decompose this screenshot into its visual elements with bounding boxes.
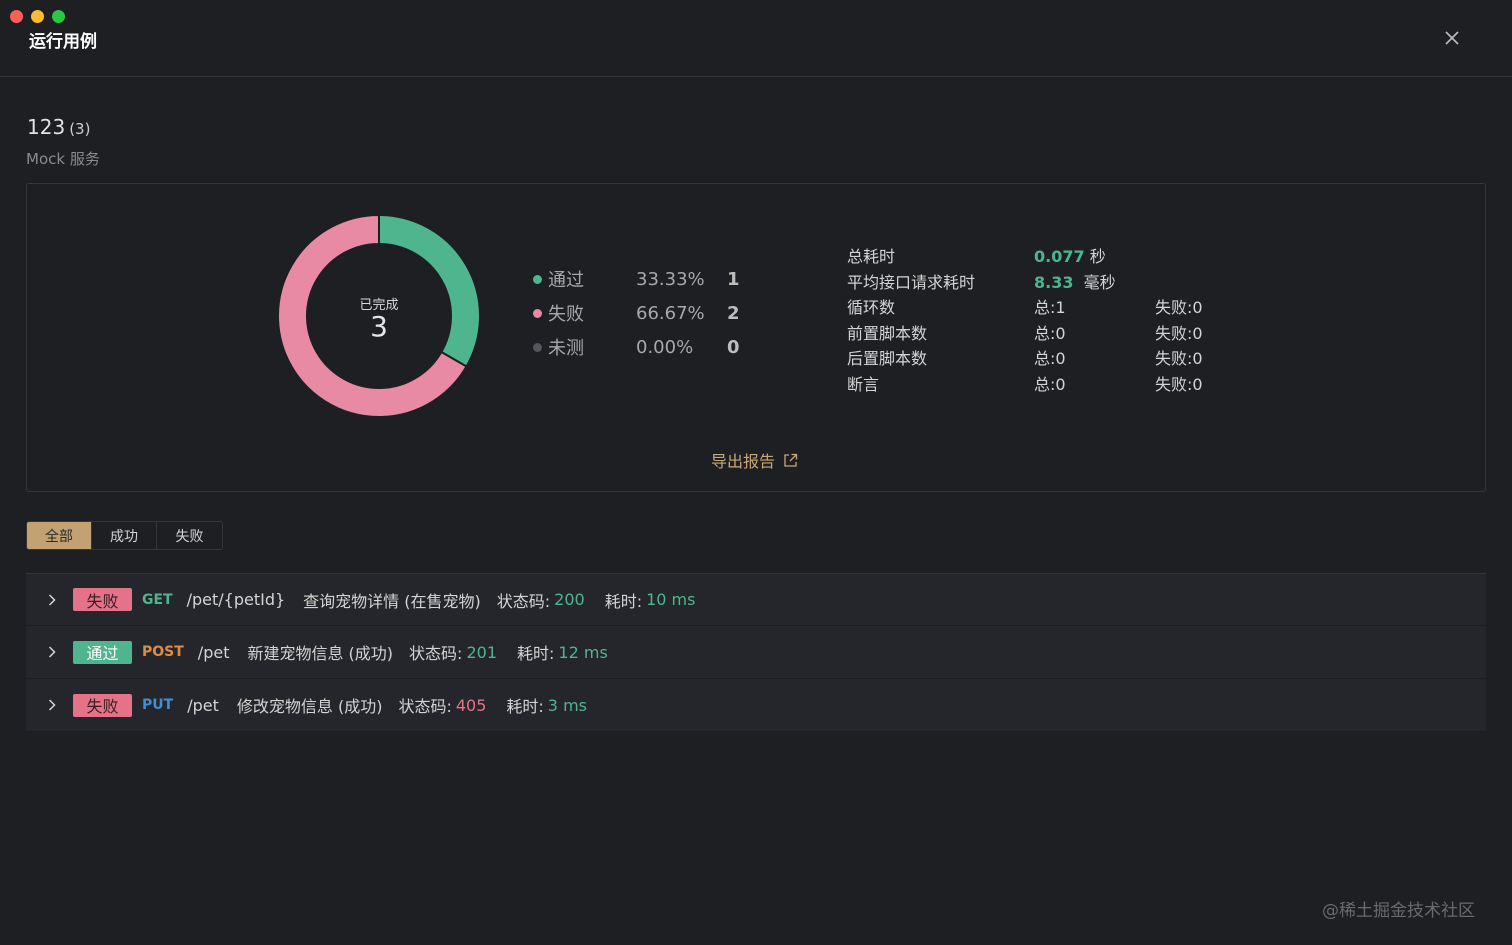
run-cases-window: 运行用例 123 (3) Mock 服务 已完成 3 通过 33.33% 1 失败… <box>0 0 1512 945</box>
result-row[interactable]: 失败 GET /pet/{petId} 查询宠物详情 (在售宠物) 状态码: 20… <box>26 573 1486 626</box>
status-code-label: 状态码: <box>409 644 463 663</box>
stat-avg-time: 平均接口请求耗时 8.33 毫秒 <box>847 270 1155 292</box>
stat-total: 总:0 <box>1034 324 1066 343</box>
result-filter-tabs: 全部 成功 失败 <box>26 521 223 550</box>
legend-count: 0 <box>727 336 740 358</box>
http-method: PUT <box>142 697 174 713</box>
stat-value: 0.077 <box>1034 247 1085 266</box>
stat-label: 总耗时 <box>847 247 896 266</box>
stat-pre-scripts: 前置脚本数 总:0 失败:0 <box>847 321 1255 343</box>
stat-loops: 循环数 总:1 失败:0 <box>847 295 1255 317</box>
watermark: @稀土掘金技术社区 <box>1322 901 1475 921</box>
duration: 12 ms <box>558 642 608 662</box>
stat-label: 平均接口请求耗时 <box>847 273 976 292</box>
legend-label: 失败 <box>548 304 584 325</box>
close-icon[interactable] <box>1440 26 1464 50</box>
stat-total-time: 总耗时 0.077 秒 <box>847 244 1155 266</box>
chevron-right-icon[interactable] <box>45 645 59 659</box>
legend-failed: 失败 66.67% 2 <box>533 301 740 325</box>
case-name: 新建宠物信息 (成功) <box>247 644 394 663</box>
legend-percent: 33.33% <box>636 268 705 290</box>
stat-failed: 失败:0 <box>1155 349 1203 368</box>
result-row[interactable]: 失败 PUT /pet 修改宠物信息 (成功) 状态码: 405 耗时: 3 ms <box>26 679 1486 732</box>
stat-label: 断言 <box>847 375 880 394</box>
request-path: /pet/{petId} <box>186 590 286 609</box>
status-code-label: 状态码: <box>398 697 452 716</box>
passed-dot-icon <box>533 274 542 284</box>
result-list: 失败 GET /pet/{petId} 查询宠物详情 (在售宠物) 状态码: 20… <box>26 573 1486 732</box>
status-code-label: 状态码: <box>496 591 551 611</box>
stat-failed: 失败:0 <box>1155 375 1203 394</box>
stat-post-scripts: 后置脚本数 总:0 失败:0 <box>847 346 1255 368</box>
stat-unit: 毫秒 <box>1083 273 1116 292</box>
tab-failed[interactable]: 失败 <box>157 522 222 549</box>
stat-total: 总:0 <box>1034 349 1066 368</box>
tab-success[interactable]: 成功 <box>92 522 157 549</box>
status-badge: 失败 <box>73 588 132 611</box>
untested-dot-icon <box>533 342 542 352</box>
status-badge: 通过 <box>73 640 132 664</box>
dialog-header: 运行用例 <box>0 0 1512 77</box>
status-code: 405 <box>455 695 487 715</box>
stat-label: 后置脚本数 <box>847 349 928 368</box>
donut-slice-passed <box>378 214 481 368</box>
legend-percent: 0.00% <box>636 336 694 358</box>
failed-dot-icon <box>533 308 542 318</box>
legend-count: 1 <box>727 268 740 290</box>
project-title: 123 (3) <box>27 115 90 139</box>
status-code: 200 <box>554 590 585 609</box>
result-row[interactable]: 通过 POST /pet 新建宠物信息 (成功) 状态码: 201 耗时: 12 m… <box>26 626 1486 679</box>
project-service: Mock 服务 <box>26 150 100 168</box>
case-name: 修改宠物信息 (成功) <box>236 697 383 716</box>
chevron-right-icon[interactable] <box>45 593 59 607</box>
duration: 10 ms <box>646 590 696 609</box>
time-label: 耗时: <box>506 697 544 716</box>
stat-label: 循环数 <box>847 298 896 317</box>
time-label: 耗时: <box>517 644 555 663</box>
duration: 3 ms <box>547 695 587 715</box>
project-name: 123 <box>27 115 66 139</box>
status-badge: 失败 <box>73 693 132 717</box>
stat-failed: 失败:0 <box>1155 324 1203 343</box>
request-path: /pet <box>197 642 230 662</box>
stat-total: 总:1 <box>1034 298 1066 317</box>
time-label: 耗时: <box>604 591 643 611</box>
case-name: 查询宠物详情 (在售宠物) <box>303 591 481 611</box>
summary-panel: 已完成 3 通过 33.33% 1 失败 66.67% 2 未测 0.00% 0… <box>26 183 1486 492</box>
external-link-icon <box>784 453 798 467</box>
stat-value: 8.33 <box>1034 273 1074 292</box>
stat-total: 总:0 <box>1034 375 1066 394</box>
export-report-label: 导出报告 <box>711 452 776 471</box>
donut-center-total: 3 <box>370 310 388 343</box>
tab-all[interactable]: 全部 <box>27 522 92 549</box>
http-method: POST <box>142 644 184 660</box>
legend-count: 2 <box>727 302 740 324</box>
stat-label: 前置脚本数 <box>847 324 928 343</box>
export-report-link[interactable]: 导出报告 <box>711 448 798 472</box>
legend-passed: 通过 33.33% 1 <box>533 267 740 291</box>
legend-percent: 66.67% <box>636 302 705 324</box>
stat-unit: 秒 <box>1089 247 1106 266</box>
project-case-count: (3) <box>69 120 91 138</box>
legend-label: 未测 <box>548 338 584 359</box>
dialog-title: 运行用例 <box>29 32 97 52</box>
status-code: 201 <box>466 642 497 662</box>
stat-assertions: 断言 总:0 失败:0 <box>847 372 1255 394</box>
legend-untested: 未测 0.00% 0 <box>533 335 740 359</box>
request-path: /pet <box>187 695 219 715</box>
legend-label: 通过 <box>548 270 584 291</box>
chevron-right-icon[interactable] <box>45 698 59 712</box>
http-method: GET <box>142 591 173 608</box>
stat-failed: 失败:0 <box>1155 298 1203 317</box>
